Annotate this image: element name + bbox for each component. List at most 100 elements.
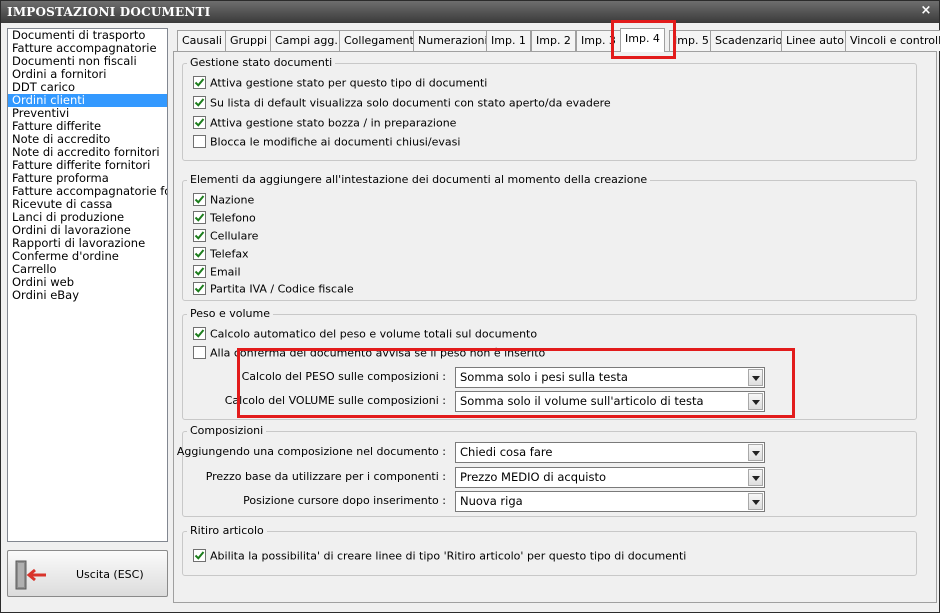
tab-collegamenti[interactable]: Collegamenti — [339, 30, 422, 51]
chevron-down-icon[interactable] — [748, 369, 763, 386]
checkbox[interactable] — [193, 326, 206, 340]
list-item[interactable]: Lanci di produzione — [8, 211, 167, 224]
checkbox[interactable] — [193, 246, 206, 260]
list-item[interactable]: Ordini di lavorazione — [8, 224, 167, 237]
checkbox[interactable] — [193, 281, 206, 295]
option-row[interactable]: Nazione — [193, 192, 254, 207]
checkbox[interactable] — [193, 75, 206, 89]
check-icon — [194, 77, 205, 87]
chevron-down-icon[interactable] — [748, 393, 763, 410]
list-item[interactable]: Fatture differite — [8, 120, 167, 133]
check-icon — [194, 230, 205, 240]
list-item[interactable]: Ordini web — [8, 276, 167, 289]
list-item[interactable]: Fatture proforma — [8, 172, 167, 185]
checkbox-label: Telefax — [210, 247, 249, 261]
chevron-down-icon[interactable] — [748, 493, 763, 510]
checkbox-label: Email — [210, 265, 241, 279]
window-title: IMPOSTAZIONI DOCUMENTI — [7, 5, 211, 19]
group-gestione-stato: Gestione stato documenti Attiva gestione… — [182, 56, 917, 161]
tab-gruppi[interactable]: Gruppi — [225, 30, 273, 51]
door-exit-icon — [14, 559, 48, 594]
option-row[interactable]: Telefax — [193, 246, 249, 261]
tab-numerazioni[interactable]: Numerazioni — [413, 30, 493, 51]
option-row[interactable]: Attiva gestione stato per questo tipo di… — [193, 75, 487, 90]
tab-content-imp-4: Gestione stato documenti Attiva gestione… — [173, 51, 937, 603]
chevron-down-icon[interactable] — [748, 469, 763, 486]
option-row[interactable]: Email — [193, 264, 241, 279]
checkbox[interactable] — [193, 345, 206, 359]
tab-imp-2[interactable]: Imp. 2 — [531, 30, 576, 51]
list-item[interactable]: DDT carico — [8, 81, 167, 94]
select-value: Prezzo MEDIO di acquisto — [460, 470, 607, 484]
list-item[interactable]: Ordini eBay — [8, 289, 167, 302]
group-ritiro-articolo: Ritiro articolo Abilita la possibilita' … — [182, 524, 917, 576]
exit-button[interactable]: Uscita (ESC) — [7, 550, 168, 597]
checkbox[interactable] — [193, 228, 206, 242]
list-item[interactable]: Documenti non fiscali — [8, 55, 167, 68]
tab-imp-3[interactable]: Imp. 3 — [576, 30, 621, 51]
check-icon — [194, 194, 205, 204]
group-peso-volume: Peso e volume Calcolo automatico del pes… — [182, 307, 917, 420]
tab-imp-4[interactable]: Imp. 4 — [620, 28, 665, 52]
list-item[interactable]: Ordini a fornitori — [8, 68, 167, 81]
tab-campi-agg[interactable]: Campi agg. — [270, 30, 343, 51]
option-row[interactable]: Blocca le modifiche ai documenti chiusi/… — [193, 134, 460, 149]
tab-causali[interactable]: Causali — [177, 30, 227, 51]
peso-composizioni-select[interactable]: Somma solo i pesi sulla testa — [455, 367, 765, 388]
chevron-down-icon[interactable] — [748, 444, 763, 461]
close-icon[interactable]: × — [919, 4, 933, 18]
tab-linee-auto[interactable]: Linee auto — [781, 30, 849, 51]
list-item[interactable]: Carrello — [8, 263, 167, 276]
list-item-selected[interactable]: Ordini clienti — [8, 94, 167, 107]
peso-field-label: Calcolo del PESO sulle composizioni : — [241, 370, 446, 383]
option-row[interactable]: Attiva gestione stato bozza / in prepara… — [193, 115, 456, 130]
group-title: Peso e volume — [187, 307, 273, 321]
checkbox[interactable] — [193, 548, 206, 562]
list-item[interactable]: Rapporti di lavorazione — [8, 237, 167, 250]
check-icon — [194, 266, 205, 276]
list-item[interactable]: Conferme d'ordine — [8, 250, 167, 263]
tab-imp-5[interactable]: Imp. 5 — [669, 30, 714, 51]
checkbox[interactable] — [193, 115, 206, 129]
volume-composizioni-select[interactable]: Somma solo il volume sull'articolo di te… — [455, 391, 765, 412]
checkbox[interactable] — [193, 134, 206, 148]
tab-imp-1[interactable]: Imp. 1 — [486, 30, 531, 51]
checkbox[interactable] — [193, 95, 206, 109]
check-icon — [194, 550, 205, 560]
option-row[interactable]: Cellulare — [193, 228, 258, 243]
list-item[interactable]: Note di accredito fornitori — [8, 146, 167, 159]
option-row[interactable]: Abilita la possibilita' di creare linee … — [193, 548, 686, 563]
tab-vincoli-controlli[interactable]: Vincoli e controlli — [845, 30, 940, 51]
list-item[interactable]: Fatture accompagnatorie — [8, 42, 167, 55]
document-type-list[interactable]: Documenti di trasporto Fatture accompagn… — [7, 28, 168, 542]
settings-panel: Causali Gruppi Campi agg. Collegamenti N… — [173, 28, 940, 603]
checkbox-label: Alla conferma del documento avvisa se il… — [210, 346, 546, 360]
checkbox-label: Telefono — [210, 211, 256, 225]
checkbox[interactable] — [193, 264, 206, 278]
list-item[interactable]: Ricevute di cassa — [8, 198, 167, 211]
checkbox-label: Calcolo automatico del peso e volume tot… — [210, 327, 538, 341]
list-item[interactable]: Note di accredito — [8, 133, 167, 146]
volume-field-label: Calcolo del VOLUME sulle composizioni : — [224, 394, 446, 407]
check-icon — [194, 117, 205, 127]
option-row[interactable]: Alla conferma del documento avvisa se il… — [193, 345, 545, 360]
list-item[interactable]: Fatture differite fornitori — [8, 159, 167, 172]
checkbox-label: Cellulare — [210, 229, 259, 243]
list-item[interactable]: Documenti di trasporto — [8, 29, 167, 42]
posizione-cursore-select[interactable]: Nuova riga — [455, 491, 765, 512]
group-intestazione: Elementi da aggiungere all'intestazione … — [182, 173, 917, 301]
checkbox-label: Attiva gestione stato per questo tipo di… — [210, 76, 488, 90]
prezzo-field-label: Prezzo base da utilizzare per i componen… — [205, 470, 446, 483]
checkbox[interactable] — [193, 210, 206, 224]
prezzo-base-select[interactable]: Prezzo MEDIO di acquisto — [455, 467, 765, 488]
checkbox[interactable] — [193, 192, 206, 206]
list-item[interactable]: Fatture accompagnatorie fo — [8, 185, 167, 198]
option-row[interactable]: Partita IVA / Codice fiscale — [193, 281, 354, 296]
composizione-select[interactable]: Chiedi cosa fare — [455, 442, 765, 463]
option-row[interactable]: Calcolo automatico del peso e volume tot… — [193, 326, 537, 341]
select-value: Somma solo i pesi sulla testa — [460, 370, 628, 384]
tab-scadenzario[interactable]: Scadenzario — [710, 30, 788, 51]
list-item[interactable]: Preventivi — [8, 107, 167, 120]
option-row[interactable]: Telefono — [193, 210, 256, 225]
option-row[interactable]: Su lista di default visualizza solo docu… — [193, 95, 611, 110]
